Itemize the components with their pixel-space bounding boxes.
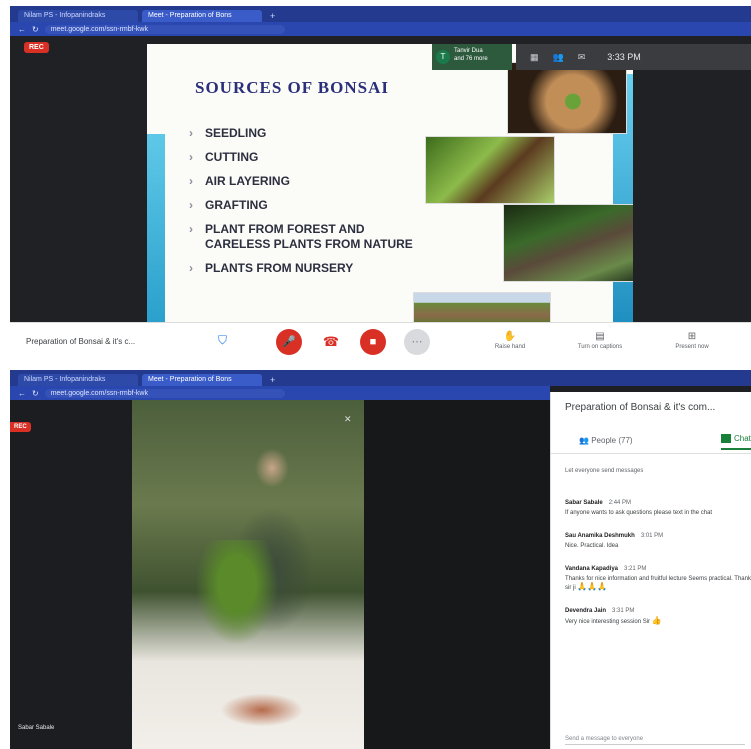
clock: 3:33 PM: [607, 52, 641, 62]
url-field[interactable]: meet.google.com/ssn-rmbf-kwk: [44, 388, 285, 398]
chat-icon[interactable]: ✉: [578, 52, 586, 63]
reload-icon[interactable]: ↻: [32, 389, 39, 398]
present-now-button[interactable]: ⊞ Present now: [662, 331, 722, 350]
chat-message: Sabar Sabale 2:44 PM If anyone wants to a…: [565, 500, 751, 517]
layout-icon[interactable]: ▦: [530, 52, 539, 63]
close-icon[interactable]: ✕: [344, 414, 352, 425]
browser-tab-active[interactable]: Meet - Preparation of Bons: [142, 10, 262, 22]
chat-notice: Let everyone send messages: [565, 468, 644, 474]
seedling-photo: [507, 62, 627, 134]
reload-icon[interactable]: ↻: [32, 25, 39, 34]
tab-chat[interactable]: Chat: [721, 434, 751, 451]
forest-bonsai-photo: [503, 204, 633, 282]
presenter-name: Tanvir Dua: [454, 48, 483, 54]
message-time: 3:31 PM: [612, 608, 635, 614]
slide-bullet: CUTTING: [187, 150, 417, 165]
avatar: T: [436, 50, 450, 64]
cutting-photo: [425, 136, 555, 204]
presentation-slide: SOURCES OF BONSAI SEEDLING CUTTING AIR L…: [147, 44, 633, 327]
message-time: 3:01 PM: [640, 533, 664, 539]
address-bar: ← ↻ meet.google.com/ssn-rmbf-kwk: [10, 386, 550, 400]
people-icon: 👥: [579, 436, 589, 445]
meeting-title: Preparation of Bonsai & it's com...: [565, 402, 716, 413]
chat-message-list: Sabar Sabale 2:44 PM If anyone wants to a…: [565, 500, 751, 642]
side-panel-tabs: 👥 People (77) Chat: [551, 428, 751, 454]
message-author: Sabar Sabale: [565, 500, 603, 506]
slide-bullet: AIR LAYERING: [187, 174, 417, 189]
chat-panel: Preparation of Bonsai & it's com... 👥 Pe…: [550, 392, 751, 749]
tab-people[interactable]: 👥 People (77): [579, 436, 633, 445]
meeting-controls: Preparation of Bonsai & it's c... ⛉ 🎤 ☎ …: [10, 322, 751, 360]
meet-stage-left: [10, 400, 132, 749]
new-tab-icon[interactable]: +: [266, 10, 279, 22]
bottom-screenshot: Nilam PS - Infopanindraks Meet - Prepara…: [10, 370, 751, 749]
chat-compose-input[interactable]: Send a message to everyone: [565, 736, 745, 745]
slide-title: SOURCES OF BONSAI: [195, 78, 389, 97]
message-emoji: 🙏🙏🙏: [577, 582, 608, 591]
presenter-tile[interactable]: T Tanvir Dua and 76 more: [432, 44, 512, 70]
message-author: Devendra Jain: [565, 608, 607, 614]
people-icon[interactable]: 👥: [553, 52, 564, 63]
slide-bullet: PLANT FROM FOREST AND CARELESS PLANTS FR…: [187, 222, 417, 252]
slide-bullet-list: SEEDLING CUTTING AIR LAYERING GRAFTING P…: [187, 126, 417, 285]
mic-off-button[interactable]: 🎤: [276, 329, 302, 355]
meet-stage-right: [364, 400, 550, 749]
browser-tab-active[interactable]: Meet - Preparation of Bons: [142, 374, 262, 386]
browser-tab[interactable]: Nilam PS - Infopanindraks: [18, 374, 138, 386]
slide-bullet: SEEDLING: [187, 126, 417, 141]
top-screenshot: Nilam PS - Infopanindraks Meet - Prepara…: [10, 6, 751, 360]
message-time: 2:44 PM: [608, 500, 632, 506]
chat-message: Sau Anamika Deshmukh 3:01 PM Nice. Practi…: [565, 533, 751, 550]
message-text: Nice. Practical. Idea: [565, 543, 619, 549]
message-emoji: 👍: [651, 616, 662, 625]
chat-icon: [721, 434, 731, 444]
captions-button[interactable]: ▤ Turn on captions: [570, 331, 630, 350]
back-icon[interactable]: ←: [18, 25, 26, 34]
meeting-top-strip: ▦ 👥 ✉ 3:33 PM: [516, 44, 751, 70]
raise-hand-button[interactable]: ✋ Raise hand: [480, 331, 540, 350]
back-icon[interactable]: ←: [18, 389, 26, 398]
message-text: Very nice interesting session Sir: [565, 619, 651, 625]
recording-badge: REC: [10, 422, 31, 432]
present-icon: ⊞: [687, 331, 697, 342]
browser-tab-bar: Nilam PS - Infopanindraks Meet - Prepara…: [10, 6, 751, 22]
nursery-photo: [413, 292, 551, 326]
new-tab-icon[interactable]: +: [266, 374, 279, 386]
chat-message: Devendra Jain 3:31 PM Very nice interesti…: [565, 608, 751, 626]
hand-icon: ✋: [503, 331, 517, 342]
meet-stage: REC SOURCES OF BONSAI SEEDLING CUTTING A…: [10, 36, 751, 360]
hang-up-button[interactable]: ☎: [318, 329, 344, 355]
meeting-details[interactable]: Preparation of Bonsai & it's c...: [26, 337, 196, 346]
address-bar: ← ↻ meet.google.com/ssn-rmbf-kwk: [10, 22, 751, 36]
message-time: 3:21 PM: [624, 566, 647, 572]
slide-bullet: GRAFTING: [187, 198, 417, 213]
recording-badge: REC: [24, 42, 49, 53]
browser-tab[interactable]: Nilam PS - Infopanindraks: [18, 10, 138, 22]
slide-bullet: PLANTS FROM NURSERY: [187, 261, 417, 276]
presenter-extra: and 76 more: [454, 56, 488, 62]
browser-tab-bar: Nilam PS - Infopanindraks Meet - Prepara…: [10, 370, 751, 386]
slide-decoration: [147, 134, 165, 324]
more-options-button[interactable]: ⋯: [404, 329, 430, 355]
message-author: Vandana Kapadiya: [565, 566, 619, 572]
captions-icon: ▤: [595, 331, 605, 342]
message-author: Sau Anamika Deshmukh: [565, 533, 635, 539]
message-text: If anyone wants to ask questions please …: [565, 510, 713, 516]
chat-message: Vandana Kapadiya 3:21 PM Thanks for nice …: [565, 566, 751, 592]
url-field[interactable]: meet.google.com/ssn-rmbf-kwk: [44, 24, 285, 34]
speaker-name: Sabar Sabale: [18, 725, 55, 731]
camera-off-button[interactable]: ■: [360, 329, 386, 355]
shield-icon[interactable]: ⛉: [218, 333, 232, 349]
speaker-video: [132, 400, 364, 749]
